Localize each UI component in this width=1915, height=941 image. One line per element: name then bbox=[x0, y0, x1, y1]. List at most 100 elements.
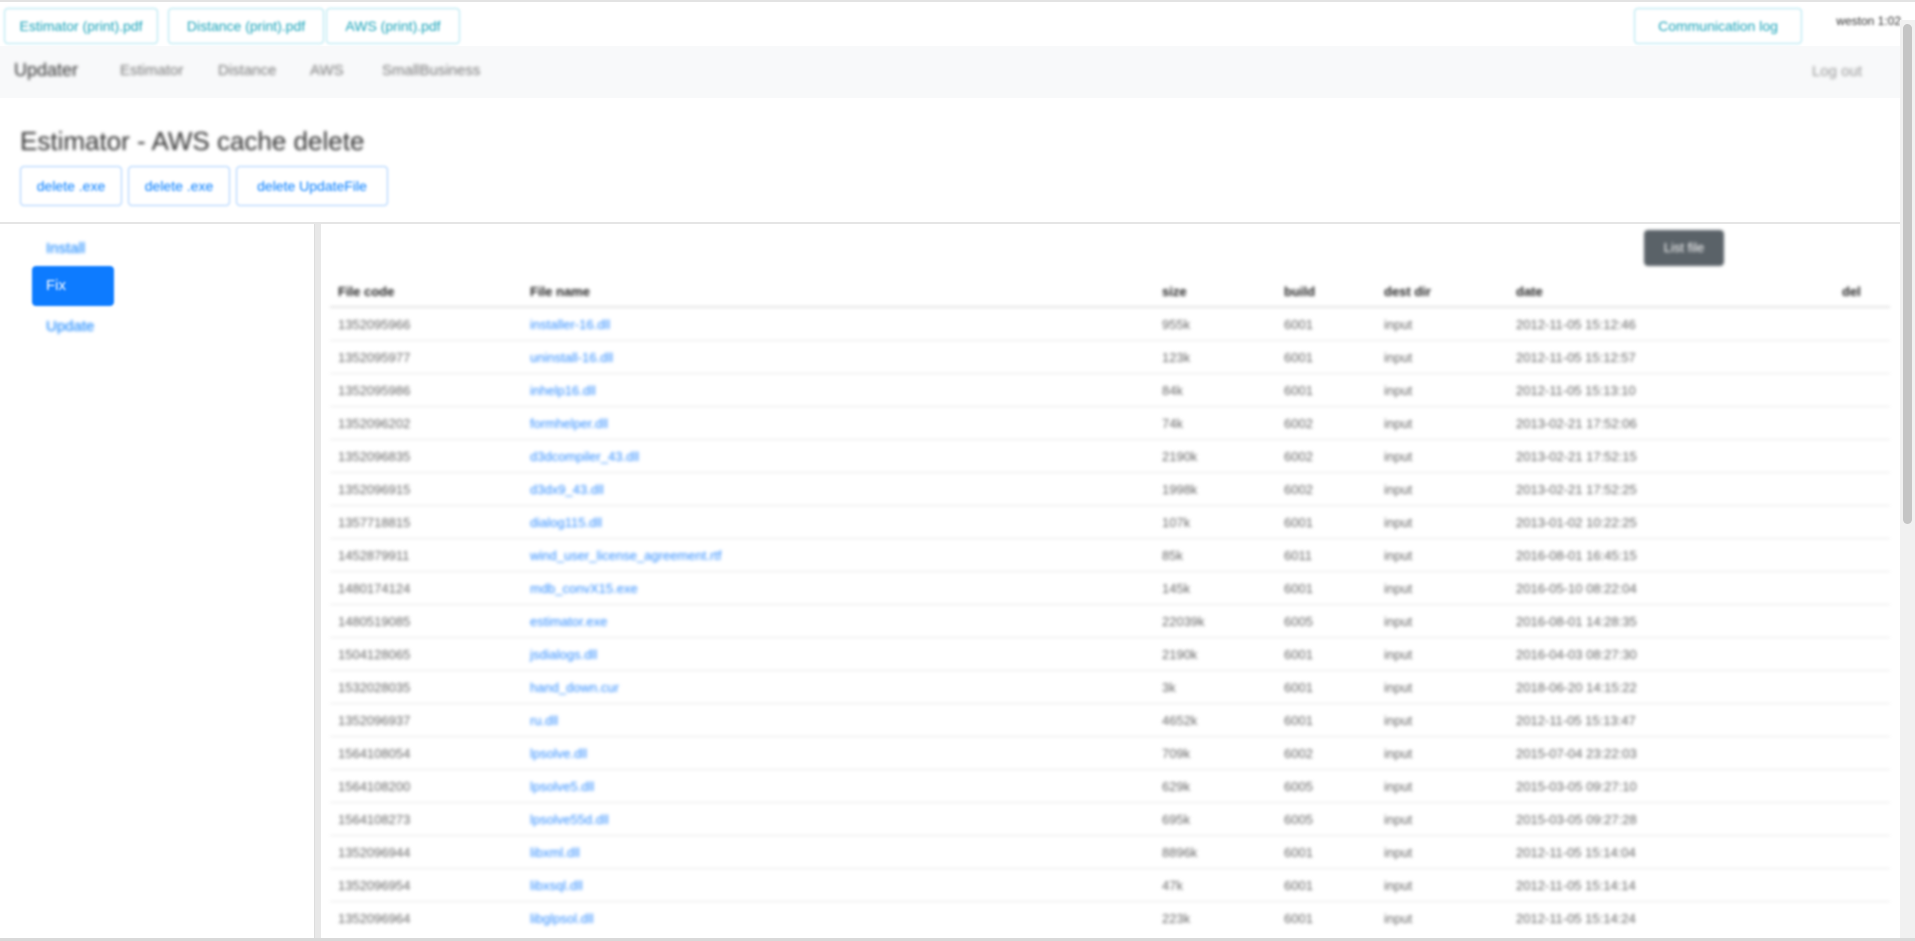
table-cell: input bbox=[1376, 571, 1508, 605]
scrollbar-thumb[interactable] bbox=[1903, 24, 1912, 524]
file-link[interactable]: jsdialogs.dll bbox=[530, 647, 597, 662]
table-cell: 223k bbox=[1154, 901, 1276, 934]
table-cell: 2015-03-05 09:27:28 bbox=[1508, 802, 1834, 836]
top-bar: Estimator (print).pdf Distance (print).p… bbox=[0, 0, 1915, 46]
delete-cell bbox=[1834, 439, 1890, 473]
table-cell: input bbox=[1376, 670, 1508, 704]
file-link[interactable]: estimator.exe bbox=[530, 614, 607, 629]
table-row: 1352096835 d3dcompiler_43.dll 2190k 6002 inp… bbox=[330, 439, 1890, 473]
table-cell: 6001 bbox=[1276, 571, 1376, 605]
nav-item-estimator[interactable]: Estimator bbox=[120, 62, 183, 79]
table-row: 1480174124 mdb_convX15.exe 145k 6001 input 20… bbox=[330, 571, 1890, 605]
file-link[interactable]: dialog115.dll bbox=[530, 515, 602, 530]
table-cell: 2013-02-21 17:52:15 bbox=[1508, 439, 1834, 473]
sidebar-item-update[interactable]: Update bbox=[46, 318, 94, 335]
table-cell: 1352096964 bbox=[330, 901, 522, 934]
table-cell: 2015-07-04 23:22:03 bbox=[1508, 736, 1834, 770]
sidebar-item-install[interactable]: Install bbox=[46, 240, 85, 257]
table-cell: 123k bbox=[1154, 340, 1276, 374]
user-label: weston 1:02 bbox=[1836, 14, 1901, 28]
table-cell: 1504128065 bbox=[330, 637, 522, 671]
nav-item-aws[interactable]: AWS bbox=[310, 62, 344, 79]
delete-updatefile-button[interactable]: delete UpdateFile bbox=[236, 166, 388, 206]
table-row: 1504128065 jsdialogs.dll 2190k 6001 input 201… bbox=[330, 637, 1890, 671]
table-row: 1352096937 ru.dll 4652k 6001 input 2012-11-05… bbox=[330, 703, 1890, 737]
table-cell: libxsql.dll bbox=[522, 868, 1154, 902]
file-link[interactable]: libglpsol.dll bbox=[530, 911, 594, 926]
nav-item-distance[interactable]: Distance bbox=[218, 62, 276, 79]
list-file-button[interactable]: List file bbox=[1644, 230, 1724, 266]
delete-cell bbox=[1834, 901, 1890, 934]
table-cell: 2012-11-05 15:12:46 bbox=[1508, 306, 1834, 341]
table-cell: ru.dll bbox=[522, 703, 1154, 737]
table-cell: lpsolve55d.dll bbox=[522, 802, 1154, 836]
table-row: 1564108200 lpsolve5.dll 629k 6005 input 2015-… bbox=[330, 769, 1890, 803]
table-row: 1352096954 libxsql.dll 47k 6001 input 2012-11… bbox=[330, 868, 1890, 902]
delete-cell bbox=[1834, 604, 1890, 638]
aws-print-button[interactable]: AWS (print).pdf bbox=[326, 8, 460, 44]
file-link[interactable]: lpsolve5.dll bbox=[530, 779, 594, 794]
table-cell: 2012-11-05 15:13:47 bbox=[1508, 703, 1834, 737]
communication-log-button[interactable]: Communication log bbox=[1634, 8, 1802, 44]
table-cell: 6001 bbox=[1276, 340, 1376, 374]
nav-item-smallbusiness[interactable]: SmallBusiness bbox=[382, 62, 480, 79]
table-row: 1452879911 wind_user_license_agreement.rt… bbox=[330, 538, 1890, 572]
delete-cell bbox=[1834, 306, 1890, 341]
table-cell: dialog115.dll bbox=[522, 505, 1154, 539]
file-link[interactable]: uninstall-16.dll bbox=[530, 350, 613, 365]
distance-print-button[interactable]: Distance (print).pdf bbox=[168, 8, 324, 44]
file-link[interactable]: d3dx9_43.dll bbox=[530, 482, 604, 497]
table-cell: input bbox=[1376, 505, 1508, 539]
table-cell: 1480174124 bbox=[330, 571, 522, 605]
table-cell: estimator.exe bbox=[522, 604, 1154, 638]
file-link[interactable]: mdb_convX15.exe bbox=[530, 581, 638, 596]
file-link[interactable]: formhelper.dll bbox=[530, 416, 608, 431]
delete-cell bbox=[1834, 472, 1890, 506]
file-link[interactable]: libxsql.dll bbox=[530, 878, 583, 893]
table-cell: 74k bbox=[1154, 406, 1276, 440]
col-file-name: File name bbox=[522, 276, 1154, 308]
table-cell: 1352096944 bbox=[330, 835, 522, 869]
table-cell: 6001 bbox=[1276, 373, 1376, 407]
delete-cell bbox=[1834, 571, 1890, 605]
table-cell: 955k bbox=[1154, 306, 1276, 341]
file-link[interactable]: wind_user_license_agreement.rtf bbox=[530, 548, 722, 563]
table-cell: 3k bbox=[1154, 670, 1276, 704]
delete-exe-button-1[interactable]: delete .exe bbox=[20, 166, 122, 206]
file-link[interactable]: libxml.dll bbox=[530, 845, 580, 860]
table-cell: input bbox=[1376, 703, 1508, 737]
table-cell: hand_down.cur bbox=[522, 670, 1154, 704]
table-cell: 2012-11-05 15:13:10 bbox=[1508, 373, 1834, 407]
table-cell: 2016-05-10 08:22:04 bbox=[1508, 571, 1834, 605]
page-title: Estimator - AWS cache delete bbox=[20, 126, 365, 156]
table-cell: 4652k bbox=[1154, 703, 1276, 737]
table-row: 1564108273 lpsolve55d.dll 695k 6005 input 201… bbox=[330, 802, 1890, 836]
table-cell: 6005 bbox=[1276, 769, 1376, 803]
file-link[interactable]: inhelp16.dll bbox=[530, 383, 596, 398]
file-link[interactable]: ru.dll bbox=[530, 713, 558, 728]
navbar: Updater Estimator Distance AWS SmallBusi… bbox=[0, 46, 1900, 98]
table-cell: 6005 bbox=[1276, 604, 1376, 638]
table-cell: 85k bbox=[1154, 538, 1276, 572]
file-link[interactable]: lpsolve55d.dll bbox=[530, 812, 609, 827]
col-del: del bbox=[1834, 276, 1890, 308]
table-cell: installer-16.dll bbox=[522, 306, 1154, 341]
table-cell: 6002 bbox=[1276, 406, 1376, 440]
table-cell: 2013-01-02 10:22:25 bbox=[1508, 505, 1834, 539]
table-cell: 2013-02-21 17:52:25 bbox=[1508, 472, 1834, 506]
file-link[interactable]: lpsolve.dll bbox=[530, 746, 587, 761]
file-link[interactable]: hand_down.cur bbox=[530, 680, 619, 695]
table-cell: 2190k bbox=[1154, 439, 1276, 473]
table-cell: 1352096954 bbox=[330, 868, 522, 902]
file-link[interactable]: installer-16.dll bbox=[530, 317, 610, 332]
estimator-print-button[interactable]: Estimator (print).pdf bbox=[4, 8, 158, 44]
file-link[interactable]: d3dcompiler_43.dll bbox=[530, 449, 639, 464]
sidebar: Install Update bbox=[0, 224, 315, 941]
nav-brand[interactable]: Updater bbox=[14, 60, 78, 81]
table-cell: 2015-03-05 09:27:10 bbox=[1508, 769, 1834, 803]
delete-exe-button-2[interactable]: delete .exe bbox=[128, 166, 230, 206]
logout-link[interactable]: Log out bbox=[1812, 63, 1862, 80]
sidebar-item-fix[interactable]: Fix bbox=[32, 266, 114, 306]
table-cell: 1352096915 bbox=[330, 472, 522, 506]
delete-cell bbox=[1834, 670, 1890, 704]
